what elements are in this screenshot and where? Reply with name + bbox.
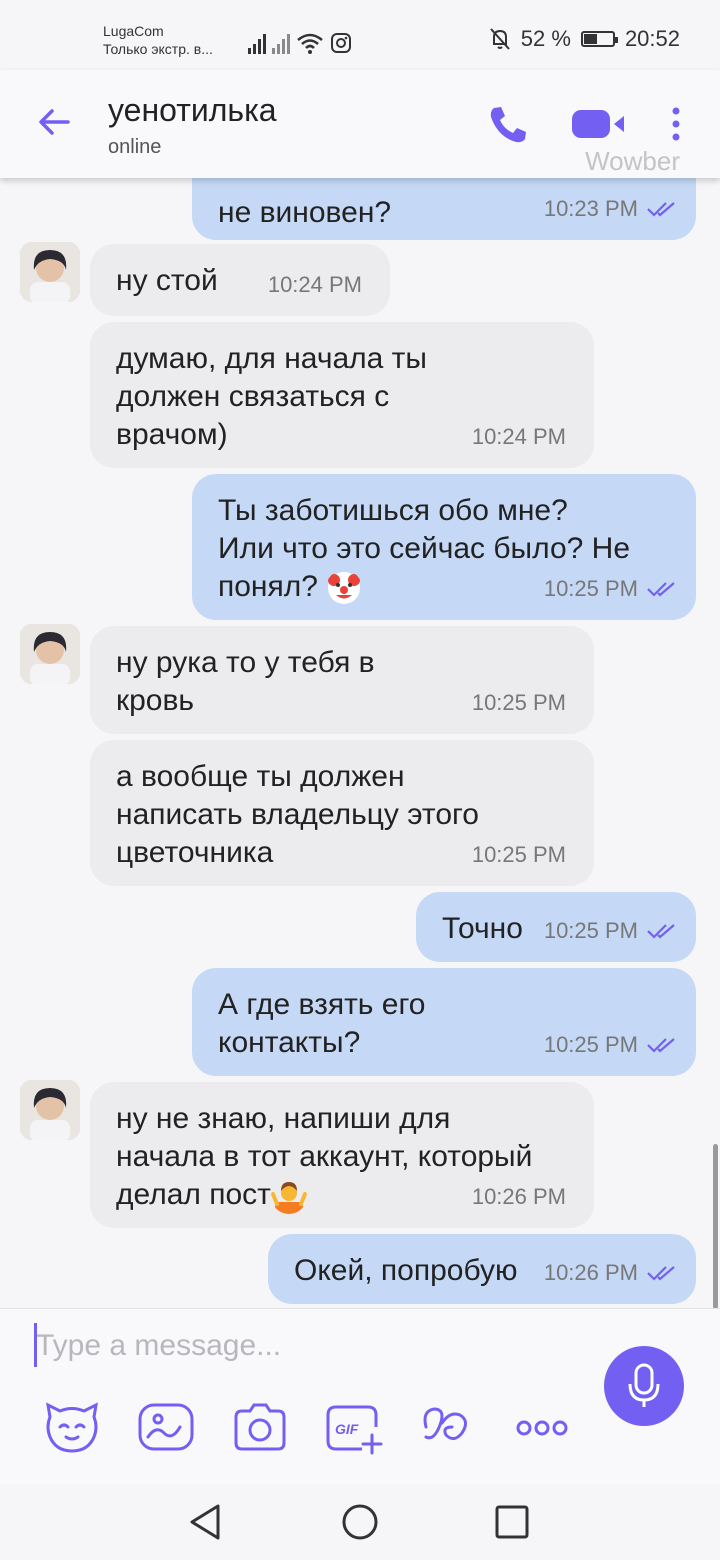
text-cursor bbox=[34, 1323, 37, 1367]
message-composer: GIF bbox=[0, 1308, 720, 1485]
carrier-name: LugaCom bbox=[103, 23, 164, 39]
message-incoming[interactable]: ну рука то у тебя в кровь 10:25 PM bbox=[90, 626, 594, 734]
status-right: 52 % 20:52 bbox=[489, 26, 680, 52]
gif-icon[interactable]: GIF bbox=[322, 1397, 386, 1459]
person-shrugging-emoji bbox=[270, 1182, 307, 1215]
watermark: Wowber bbox=[585, 146, 680, 176]
squiggle-icon[interactable] bbox=[416, 1397, 480, 1459]
sticker-icon[interactable] bbox=[40, 1397, 104, 1459]
battery-level bbox=[583, 34, 598, 44]
message-time: 10:26 PM bbox=[471, 1184, 566, 1209]
message-time: 10:24 PM bbox=[267, 272, 362, 297]
message-time: 10:25 PM bbox=[471, 690, 566, 715]
wifi-icon bbox=[297, 33, 323, 54]
message-incoming[interactable]: думаю, для начала ты должен связаться с … bbox=[90, 322, 594, 468]
read-ticks-icon bbox=[647, 1266, 675, 1281]
message-time: 10:24 PM bbox=[471, 424, 566, 449]
battery-percent: 52 % bbox=[520, 26, 571, 51]
read-ticks-icon bbox=[647, 924, 675, 939]
message-time: 10:23 PM bbox=[543, 196, 638, 221]
instagram-icon bbox=[331, 33, 351, 53]
read-ticks-icon bbox=[647, 582, 675, 597]
message-outgoing[interactable]: Точно 10:25 PM bbox=[416, 892, 696, 962]
message-meta: 10:24 PM bbox=[268, 266, 362, 304]
message-time: 10:25 PM bbox=[543, 918, 638, 943]
more-dots-icon[interactable] bbox=[510, 1397, 574, 1459]
message-meta: 10:23 PM bbox=[544, 190, 678, 228]
message-incoming[interactable]: ну стой 10:24 PM bbox=[90, 244, 390, 316]
status-bar: LugaCom Только экстр. в... 52 % 20:52 bbox=[0, 0, 720, 70]
carrier-info: LugaCom Только экстр. в... bbox=[103, 22, 213, 58]
microphone-icon bbox=[628, 1363, 660, 1407]
system-navigation-bar bbox=[0, 1484, 720, 1560]
message-meta: 10:25 PM bbox=[472, 684, 566, 722]
clown-face-emoji bbox=[328, 572, 361, 605]
nav-back-icon[interactable] bbox=[184, 1500, 228, 1544]
carrier-status: Только экстр. в... bbox=[103, 41, 213, 57]
composer-toolbar: GIF bbox=[30, 1397, 590, 1467]
phone-call-icon[interactable] bbox=[486, 102, 530, 146]
message-time: 10:25 PM bbox=[471, 842, 566, 867]
avatar-image bbox=[20, 242, 80, 302]
video-call-icon[interactable] bbox=[570, 106, 628, 142]
message-incoming[interactable]: а вообще ты должен написать владельцу эт… bbox=[90, 740, 594, 886]
message-meta: 10:26 PM bbox=[544, 1254, 678, 1292]
message-text-content: ну не знаю, напиши для начала в тот акка… bbox=[116, 1102, 533, 1211]
message-meta: 10:25 PM bbox=[544, 1026, 678, 1064]
doodle-icon[interactable] bbox=[134, 1397, 198, 1459]
clock: 20:52 bbox=[624, 26, 680, 51]
message-outgoing[interactable]: Ты заботишься обо мне? Или что это сейча… bbox=[192, 474, 696, 620]
avatar-image bbox=[20, 624, 80, 684]
read-ticks-icon bbox=[647, 1038, 675, 1053]
message-meta: 10:25 PM bbox=[544, 912, 678, 950]
message-meta: 10:25 PM bbox=[472, 836, 566, 874]
contact-status: online bbox=[108, 136, 162, 158]
message-time: 10:25 PM bbox=[543, 576, 638, 601]
read-ticks-icon bbox=[647, 202, 675, 217]
contact-name[interactable]: уенотилька bbox=[108, 92, 277, 129]
bell-muted-icon bbox=[490, 28, 510, 50]
chat-header: уенотилька online Wowber bbox=[0, 70, 720, 178]
message-meta: 10:26 PM bbox=[472, 1178, 566, 1216]
network-icons bbox=[248, 28, 352, 54]
message-input[interactable] bbox=[36, 1323, 556, 1369]
message-meta: 10:24 PM bbox=[472, 418, 566, 456]
more-options-icon[interactable] bbox=[664, 104, 688, 144]
signal-no-service-icon bbox=[272, 32, 290, 54]
message-list[interactable]: не виновен? 10:23 PM ну стой 10:24 PM ду… bbox=[0, 178, 720, 1308]
battery-icon bbox=[580, 31, 618, 47]
back-arrow-icon[interactable] bbox=[34, 102, 74, 142]
contact-avatar[interactable] bbox=[20, 1080, 80, 1140]
camera-icon[interactable] bbox=[228, 1397, 292, 1459]
message-time: 10:25 PM bbox=[543, 1032, 638, 1057]
contact-avatar[interactable] bbox=[20, 624, 80, 684]
voice-message-button[interactable] bbox=[604, 1346, 684, 1426]
svg-text:GIF: GIF bbox=[335, 1421, 359, 1437]
contact-avatar[interactable] bbox=[20, 242, 80, 302]
signal-icon bbox=[248, 32, 266, 54]
message-time: 10:26 PM bbox=[543, 1260, 638, 1285]
nav-home-icon[interactable] bbox=[338, 1500, 382, 1544]
message-incoming[interactable]: ну не знаю, напиши для начала в тот акка… bbox=[90, 1082, 594, 1228]
avatar-image bbox=[20, 1080, 80, 1140]
scrollbar[interactable] bbox=[713, 1144, 718, 1309]
message-meta: 10:25 PM bbox=[544, 570, 678, 608]
message-outgoing[interactable]: А где взять его контакты? 10:25 PM bbox=[192, 968, 696, 1076]
message-outgoing[interactable]: не виновен? 10:23 PM bbox=[192, 178, 696, 240]
nav-recents-icon[interactable] bbox=[490, 1500, 534, 1544]
message-outgoing[interactable]: Окей, попробую 10:26 PM bbox=[268, 1234, 696, 1304]
